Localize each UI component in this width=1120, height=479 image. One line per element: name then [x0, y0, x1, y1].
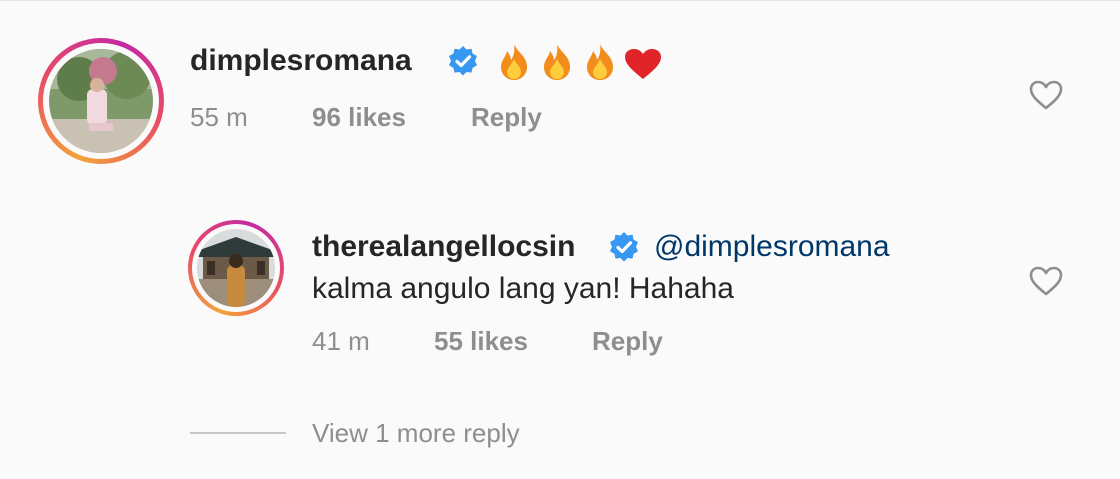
view-more-replies-button[interactable]: View 1 more reply	[312, 418, 520, 449]
reply-avatar[interactable]	[188, 220, 284, 316]
reply-avatar-photo	[197, 229, 275, 307]
fire-icon	[583, 43, 617, 86]
red-heart-icon	[624, 48, 662, 85]
mention-link[interactable]: @dimplesromana	[654, 230, 890, 264]
verified-badge-icon	[608, 231, 640, 268]
fire-icon	[540, 43, 574, 86]
replies-divider	[190, 432, 286, 434]
avatar-photo	[49, 49, 153, 153]
comment-likes[interactable]: 96 likes	[312, 102, 406, 133]
reply-likes[interactable]: 55 likes	[434, 326, 528, 357]
fire-icon	[497, 43, 531, 86]
reply-reply-button[interactable]: Reply	[592, 326, 663, 357]
reply-timestamp: 41 m	[312, 326, 370, 356]
verified-badge-icon	[447, 45, 479, 82]
comment-reply-button[interactable]: Reply	[471, 102, 542, 133]
avatar[interactable]	[38, 38, 164, 164]
comment-username[interactable]: dimplesromana	[190, 44, 412, 78]
like-heart-icon[interactable]	[1029, 80, 1063, 115]
reply-text: kalma angulo lang yan! Hahaha	[312, 272, 734, 305]
top-divider	[0, 0, 1120, 1]
comment-timestamp: 55 m	[190, 102, 248, 132]
reply-username[interactable]: therealangellocsin	[312, 230, 575, 264]
like-heart-icon[interactable]	[1029, 266, 1063, 301]
